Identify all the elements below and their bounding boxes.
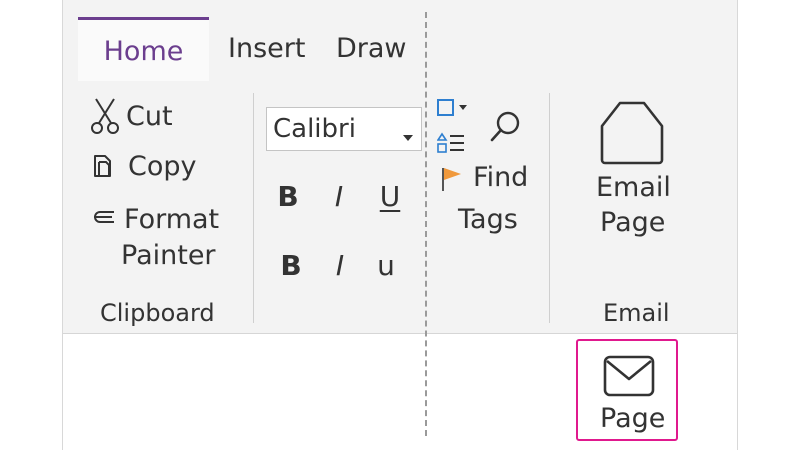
email-page-label-line2: Page <box>600 207 666 238</box>
find-label: Find <box>473 162 529 193</box>
group-separator <box>253 93 254 323</box>
search-icon <box>489 110 523 148</box>
cut-button[interactable]: Cut <box>90 97 173 135</box>
email-page-button[interactable]: Email Page <box>586 100 678 250</box>
email-page-label-line1: Email <box>596 172 671 203</box>
cut-label: Cut <box>126 100 173 132</box>
copy-button[interactable]: Copy <box>90 151 197 182</box>
frame-right-edge <box>737 0 738 450</box>
copy-label: Copy <box>128 151 197 182</box>
italic-button-alt[interactable]: I <box>323 249 357 282</box>
tab-draw[interactable]: Draw <box>336 17 407 81</box>
split-divider <box>425 12 427 436</box>
format-painter-label-line1: Format <box>124 204 220 235</box>
tag-list-button[interactable] <box>436 132 465 154</box>
tags-label: Tags <box>458 204 518 235</box>
screenshot-stage: Home Insert Draw Cut Copy Format Painter… <box>0 0 800 450</box>
flag-icon <box>440 164 464 192</box>
font-name-select[interactable]: Calibri <box>266 107 422 151</box>
scissors-icon <box>90 97 120 135</box>
envelope-icon <box>603 355 655 401</box>
email-group-label: Email <box>603 299 670 327</box>
underline-button-alt[interactable]: u <box>369 249 403 282</box>
format-painter-icon <box>90 205 118 235</box>
email-page-highlighted-button[interactable]: Page <box>576 339 678 441</box>
search-button[interactable] <box>489 110 523 144</box>
font-name-value: Calibri <box>273 114 356 144</box>
clipboard-group-label: Clipboard <box>100 299 215 327</box>
chevron-down-icon <box>403 126 413 141</box>
find-tags-button[interactable]: Find Tags <box>440 162 540 240</box>
format-painter-button[interactable]: Format Painter <box>90 204 230 278</box>
copy-icon <box>90 152 120 182</box>
tag-picker-button[interactable] <box>437 98 471 118</box>
underline-button[interactable]: U <box>373 180 407 213</box>
tab-insert[interactable]: Insert <box>228 17 305 81</box>
email-page-icon <box>598 100 666 170</box>
italic-button[interactable]: I <box>322 180 356 213</box>
tab-home[interactable]: Home <box>78 17 209 81</box>
bold-button-alt[interactable]: B <box>274 249 308 282</box>
group-separator-email <box>549 93 550 323</box>
checkbox-tag-icon <box>437 98 471 122</box>
highlighted-page-label: Page <box>600 403 666 434</box>
format-painter-label-line2: Painter <box>121 240 216 271</box>
bold-button[interactable]: B <box>271 180 305 213</box>
list-tag-icon <box>436 132 465 158</box>
